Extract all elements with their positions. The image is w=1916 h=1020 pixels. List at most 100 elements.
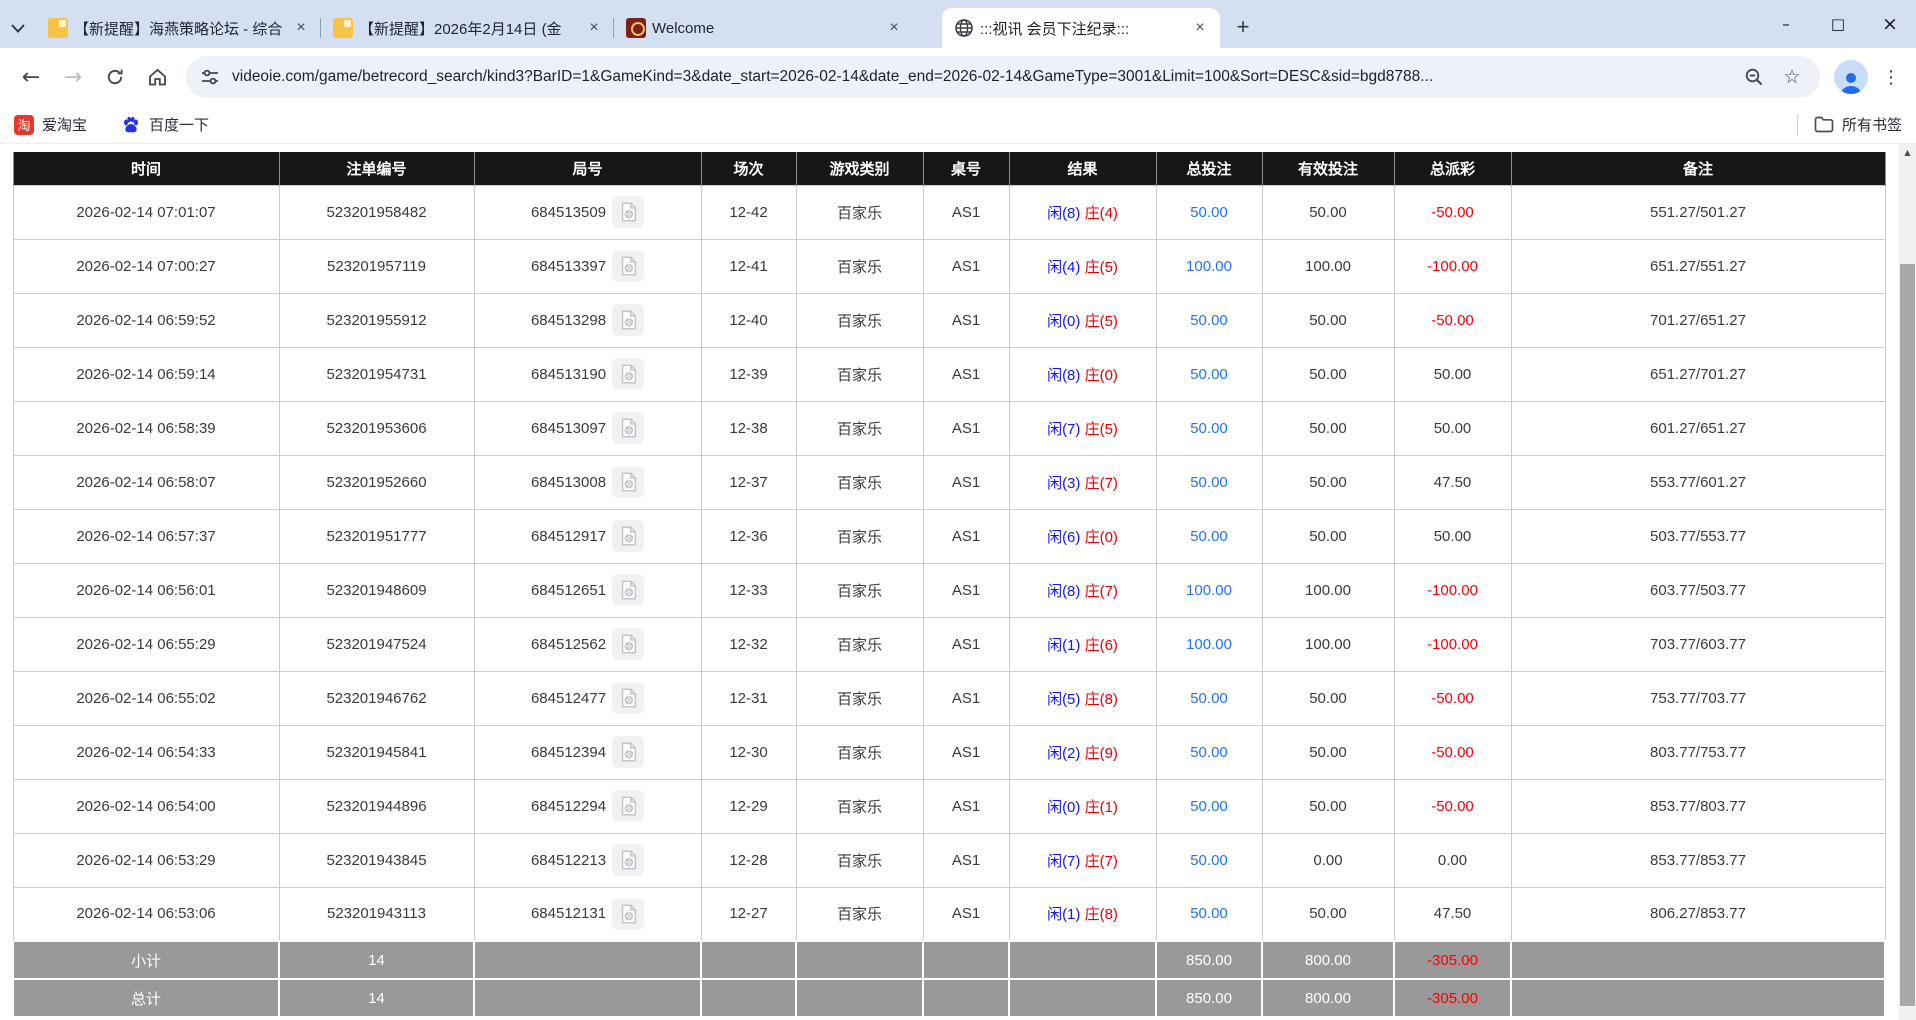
video-replay-button[interactable] — [612, 790, 644, 822]
table-row: 2026-02-14 06:55:29 523201947524 6845125… — [13, 617, 1885, 671]
col-header-game-type: 游戏类别 — [796, 152, 923, 185]
video-replay-button[interactable] — [612, 304, 644, 336]
col-header-bet-id: 注单编号 — [279, 152, 474, 185]
cell-total-bet: 50.00 — [1156, 779, 1262, 833]
cell-table-id: AS1 — [923, 401, 1009, 455]
cell-bet-id: 523201944896 — [279, 779, 474, 833]
refresh-icon — [105, 67, 125, 87]
maximize-button[interactable]: □ — [1812, 0, 1864, 48]
video-file-icon — [617, 255, 639, 277]
cell-bet-id: 523201946762 — [279, 671, 474, 725]
forward-button[interactable]: → — [52, 56, 94, 98]
cell-result: 闲(2) 庄(9) — [1009, 725, 1156, 779]
cell-game-type: 百家乐 — [796, 887, 923, 941]
cell-time: 2026-02-14 06:53:29 — [13, 833, 279, 887]
round-id-value: 684513190 — [531, 366, 606, 383]
tab-forum[interactable]: 【新提醒】海燕策略论坛 - 综合 × — [36, 8, 321, 48]
video-replay-button[interactable] — [612, 466, 644, 498]
cell-session: 12-27 — [701, 887, 796, 941]
result-player: 闲(8) — [1047, 205, 1080, 222]
cell-remark: 703.77/603.77 — [1511, 617, 1885, 671]
tab-welcome[interactable]: Welcome × — [614, 8, 914, 48]
bookmark-label: 百度一下 — [149, 114, 209, 135]
tab-title: Welcome — [652, 20, 878, 37]
bookmark-baidu[interactable]: 百度一下 — [121, 114, 209, 135]
url-text[interactable]: videoie.com/game/betrecord_search/kind3?… — [232, 68, 1730, 86]
home-button[interactable] — [136, 56, 178, 98]
back-button[interactable]: ← — [10, 56, 52, 98]
cell-session: 12-33 — [701, 563, 796, 617]
site-info-icon[interactable] — [200, 67, 220, 87]
bet-record-table-wrap: 时间 注单编号 局号 场次 游戏类别 桌号 结果 总投注 有效投注 总派彩 备注… — [12, 152, 1886, 1018]
result-banker: 庄(9) — [1085, 745, 1118, 762]
scrollbar-up-arrow[interactable]: ▲ — [1899, 144, 1916, 160]
close-icon[interactable]: × — [291, 18, 311, 38]
col-header-session: 场次 — [701, 152, 796, 185]
cell-table-id: AS1 — [923, 185, 1009, 239]
window-close-button[interactable]: × — [1864, 0, 1916, 48]
round-id-value: 684512477 — [531, 690, 606, 707]
url-bar[interactable]: videoie.com/game/betrecord_search/kind3?… — [186, 56, 1820, 98]
tab-bet-records-active[interactable]: :::视讯 会员下注纪录::: × — [942, 8, 1220, 48]
result-banker: 庄(0) — [1085, 529, 1118, 546]
cell-payout: 50.00 — [1394, 347, 1511, 401]
new-tab-button[interactable]: + — [1226, 10, 1260, 44]
result-banker: 庄(7) — [1085, 475, 1118, 492]
cell-valid-bet: 100.00 — [1262, 239, 1394, 293]
video-replay-button[interactable] — [612, 358, 644, 390]
video-replay-button[interactable] — [612, 628, 644, 660]
col-header-valid-bet: 有效投注 — [1262, 152, 1394, 185]
result-banker: 庄(5) — [1085, 421, 1118, 438]
video-replay-button[interactable] — [612, 574, 644, 606]
video-replay-button[interactable] — [612, 250, 644, 282]
zoom-level-button[interactable] — [1740, 63, 1768, 91]
tab-date-thread[interactable]: 【新提醒】2026年2月14日 (金 × — [321, 8, 614, 48]
cell-payout: -100.00 — [1394, 617, 1511, 671]
cell-total-bet: 50.00 — [1156, 509, 1262, 563]
video-file-icon — [617, 417, 639, 439]
page-scrollbar[interactable]: ▲ — [1899, 144, 1916, 1020]
person-icon — [1838, 70, 1864, 94]
cell-bet-id: 523201945841 — [279, 725, 474, 779]
cell-remark: 651.27/701.27 — [1511, 347, 1885, 401]
close-icon[interactable]: × — [1190, 18, 1210, 38]
result-player: 闲(8) — [1047, 367, 1080, 384]
video-replay-button[interactable] — [612, 844, 644, 876]
bookmark-taobao[interactable]: 淘 爱淘宝 — [14, 114, 87, 135]
all-bookmarks-button[interactable]: 所有书签 — [1814, 114, 1902, 135]
video-replay-button[interactable] — [612, 412, 644, 444]
video-replay-button[interactable] — [612, 898, 644, 930]
result-player: 闲(1) — [1047, 906, 1080, 923]
cell-valid-bet: 50.00 — [1262, 725, 1394, 779]
cell-table-id: AS1 — [923, 779, 1009, 833]
bookmark-star-icon[interactable]: ☆ — [1778, 63, 1806, 91]
cell-valid-bet: 50.00 — [1262, 887, 1394, 941]
close-icon[interactable]: × — [884, 18, 904, 38]
minimize-button[interactable]: – — [1760, 0, 1812, 48]
profile-avatar[interactable] — [1834, 60, 1868, 94]
video-file-icon — [617, 849, 639, 871]
cell-total-bet: 50.00 — [1156, 725, 1262, 779]
cell-total-bet: 50.00 — [1156, 293, 1262, 347]
close-icon[interactable]: × — [584, 18, 604, 38]
total-valid-bet: 800.00 — [1262, 979, 1394, 1017]
browser-menu-button[interactable]: ⋮ — [1876, 60, 1906, 94]
cell-payout: 50.00 — [1394, 401, 1511, 455]
cell-time: 2026-02-14 06:55:29 — [13, 617, 279, 671]
video-replay-button[interactable] — [612, 736, 644, 768]
scrollbar-thumb[interactable] — [1900, 264, 1915, 1006]
col-header-total-bet: 总投注 — [1156, 152, 1262, 185]
cell-session: 12-37 — [701, 455, 796, 509]
table-row: 2026-02-14 06:56:01 523201948609 6845126… — [13, 563, 1885, 617]
cell-session: 12-41 — [701, 239, 796, 293]
video-replay-button[interactable] — [612, 520, 644, 552]
table-row: 2026-02-14 06:53:29 523201943845 6845122… — [13, 833, 1885, 887]
video-replay-button[interactable] — [612, 682, 644, 714]
video-replay-button[interactable] — [612, 196, 644, 228]
total-count: 14 — [279, 979, 474, 1017]
refresh-button[interactable] — [94, 56, 136, 98]
col-header-payout: 总派彩 — [1394, 152, 1511, 185]
round-id-value: 684512394 — [531, 744, 606, 761]
tab-search-button[interactable] — [0, 8, 36, 48]
cell-result: 闲(8) 庄(7) — [1009, 563, 1156, 617]
